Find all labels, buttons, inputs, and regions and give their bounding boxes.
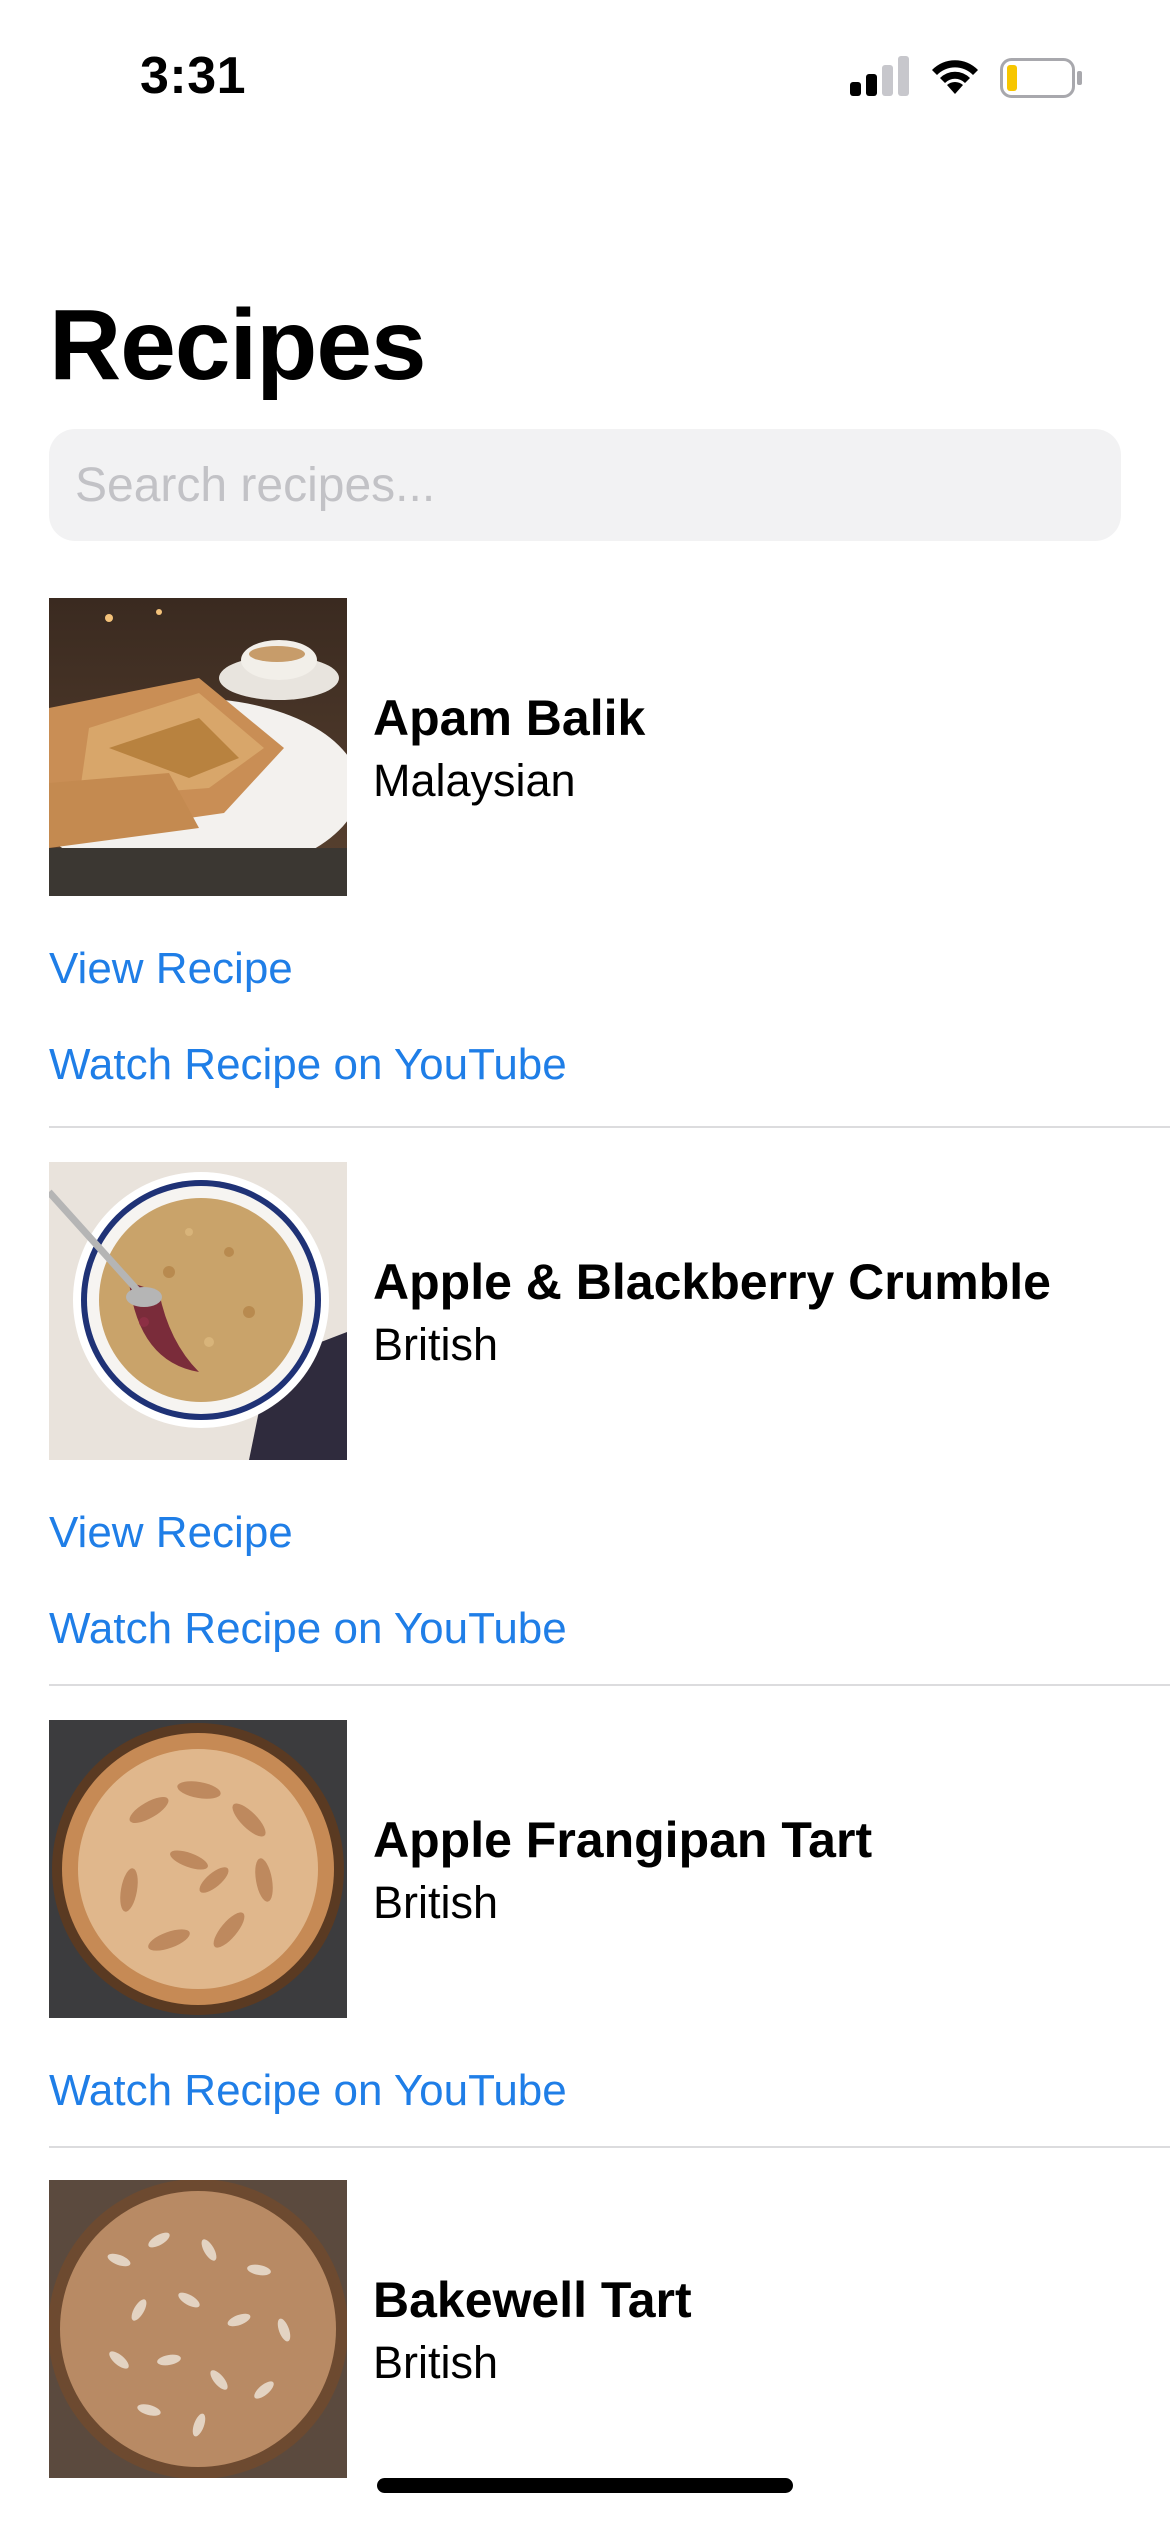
cellular-signal-icon — [850, 56, 909, 96]
recipe-row: Apple & Blackberry Crumble British View … — [49, 1128, 1170, 1686]
recipe-thumbnail — [49, 2180, 347, 2478]
recipe-name: Apam Balik — [373, 690, 646, 746]
recipe-links: Watch Recipe on YouTube — [49, 2020, 1170, 2145]
recipe-cuisine: British — [373, 1319, 499, 1370]
search-bar[interactable] — [49, 429, 1121, 541]
recipe-cuisine: British — [373, 2337, 499, 2388]
view-recipe-link[interactable]: View Recipe — [49, 941, 1170, 1037]
apam-balik-photo — [49, 598, 347, 896]
recipe-meta: Apple Frangipan Tart British — [373, 1808, 872, 1934]
watch-youtube-link[interactable]: Watch Recipe on YouTube — [49, 2063, 1170, 2145]
recipe-row-header[interactable]: Apple & Blackberry Crumble British — [49, 1162, 1170, 1462]
recipe-thumbnail — [49, 1162, 347, 1460]
search-input[interactable] — [73, 456, 1121, 514]
recipe-links: View Recipe Watch Recipe on YouTube — [49, 1462, 1170, 1683]
battery-icon — [1000, 58, 1082, 98]
status-time: 3:31 — [140, 47, 247, 105]
recipe-name: Bakewell Tart — [373, 2272, 692, 2328]
recipe-meta: Bakewell Tart British — [373, 2268, 692, 2394]
page-title: Recipes — [49, 289, 427, 401]
recipe-row-header[interactable]: Apam Balik Malaysian — [49, 598, 1170, 898]
recipe-name: Apple Frangipan Tart — [373, 1812, 873, 1868]
recipe-row: Bakewell Tart British — [49, 2148, 1170, 2480]
frangipan-tart-photo — [49, 1720, 347, 2018]
bakewell-tart-photo — [49, 2180, 347, 2478]
watch-youtube-link[interactable]: Watch Recipe on YouTube — [49, 1037, 1170, 1119]
recipe-row-header[interactable]: Apple Frangipan Tart British — [49, 1720, 1170, 2020]
recipe-thumbnail — [49, 1720, 347, 2018]
recipe-links: View Recipe Watch Recipe on YouTube — [49, 898, 1170, 1119]
recipe-row: Apam Balik Malaysian View Recipe Watch R… — [49, 598, 1170, 1128]
status-bar: 3:31 — [0, 0, 1170, 150]
recipe-name: Apple & Blackberry Crumble — [373, 1254, 1051, 1310]
crumble-photo — [49, 1162, 347, 1460]
recipe-cuisine: British — [373, 1877, 499, 1928]
recipe-row-header[interactable]: Bakewell Tart British — [49, 2180, 1170, 2480]
recipe-thumbnail — [49, 598, 347, 896]
view-recipe-link[interactable]: View Recipe — [49, 1505, 1170, 1601]
recipe-list: Apam Balik Malaysian View Recipe Watch R… — [49, 598, 1170, 2480]
wifi-icon — [932, 60, 978, 94]
home-indicator[interactable] — [377, 2478, 793, 2493]
recipe-row: Apple Frangipan Tart British Watch Recip… — [49, 1686, 1170, 2148]
recipe-meta: Apple & Blackberry Crumble British — [373, 1250, 1051, 1376]
recipe-cuisine: Malaysian — [373, 755, 576, 806]
recipe-meta: Apam Balik Malaysian — [373, 686, 645, 812]
watch-youtube-link[interactable]: Watch Recipe on YouTube — [49, 1601, 1170, 1683]
